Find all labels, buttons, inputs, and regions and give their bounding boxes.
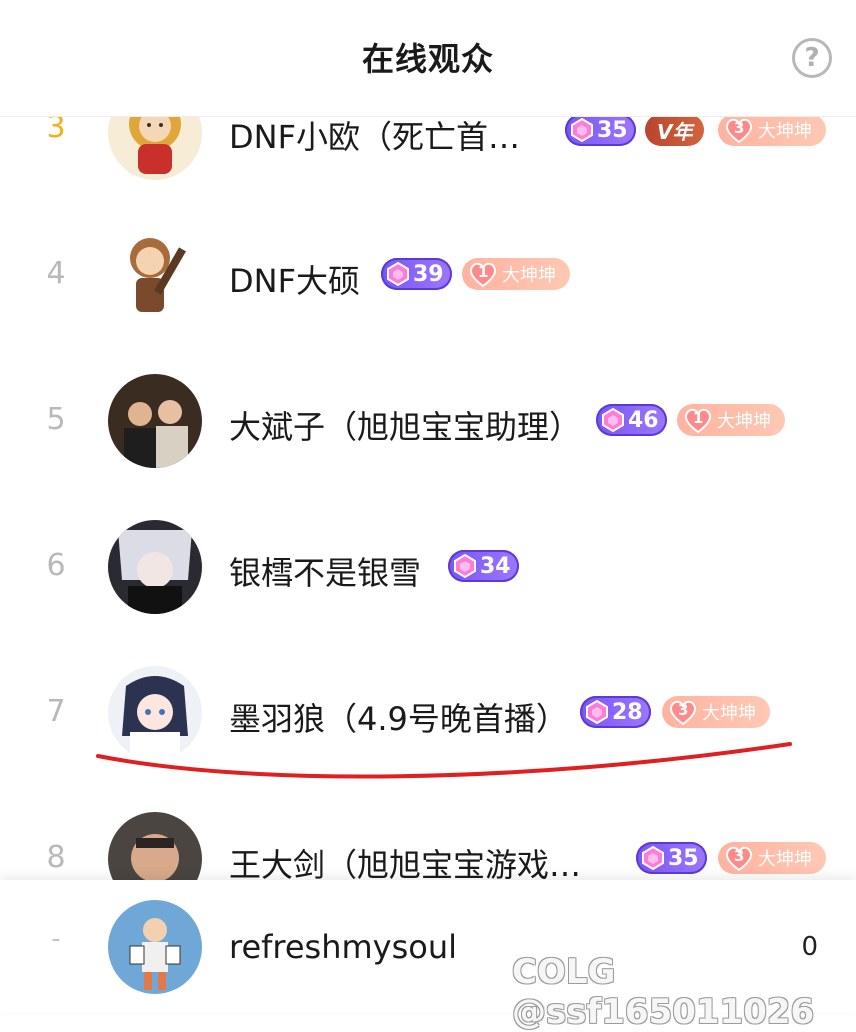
fan-level: 1 (478, 263, 489, 281)
gem-icon (640, 845, 666, 871)
anime-avatar-icon[interactable] (108, 520, 202, 614)
fan-level: 3 (734, 119, 745, 137)
level-badge: 46 (596, 404, 667, 436)
list-item[interactable]: 5 大斌子（旭旭宝宝助理） 46 1 大坤坤 (0, 354, 856, 500)
watermark: COLG @ssf165011026 (512, 952, 815, 1032)
anime-girl-avatar-icon[interactable] (108, 666, 202, 760)
fan-badge: 3 大坤坤 (718, 116, 826, 146)
fan-label: 大坤坤 (758, 849, 812, 870)
viewer-name: DNF小欧（死亡首… (229, 118, 520, 156)
rank-number: 3 (46, 116, 66, 145)
fan-badge: 3 大坤坤 (662, 696, 770, 728)
photo-avatar-icon[interactable] (108, 812, 202, 880)
viewer-name: 银樰不是银雪 (229, 554, 422, 592)
list-item[interactable]: 8 王大剑（旭旭宝宝游戏… 35 3 大坤坤 (0, 792, 856, 880)
fan-badge: 3 大坤坤 (718, 842, 826, 874)
rank-number: 6 (46, 548, 66, 583)
rank-number: 4 (46, 256, 66, 291)
level-badge: 34 (448, 550, 519, 582)
fan-label: 大坤坤 (758, 121, 812, 142)
gem-icon (385, 261, 411, 287)
header: 在线观众 ? (0, 0, 856, 117)
fan-label: 大坤坤 (502, 265, 556, 286)
page-title: 在线观众 (361, 40, 494, 78)
cartoon-avatar-icon[interactable] (108, 900, 202, 994)
help-icon[interactable]: ? (792, 38, 832, 78)
fan-label: 大坤坤 (702, 703, 756, 724)
level-badge: 35 (636, 842, 707, 874)
fan-level: 1 (693, 409, 704, 427)
list-item[interactable]: 7 墨羽狼（4.9号晚首播） 28 3 大坤坤 (0, 646, 856, 792)
rank-number: 8 (46, 840, 66, 875)
level-value: 39 (413, 261, 444, 287)
gem-icon (584, 699, 610, 725)
fan-badge: 1 大坤坤 (677, 404, 785, 436)
viewer-list[interactable]: 3 DNF小欧（死亡首… 35 V年 3 大坤坤 4 DNF大硕 39 1 大坤… (0, 116, 856, 880)
level-value: 28 (612, 699, 643, 725)
viewer-name: 墨羽狼（4.9号晚首播） (229, 700, 568, 738)
cartoon-avatar-icon[interactable] (108, 116, 202, 180)
year-vip-badge: V年 (645, 116, 705, 146)
level-value: 46 (628, 407, 659, 433)
gem-icon (452, 553, 478, 579)
fan-level: 3 (678, 701, 689, 719)
gem-icon (569, 117, 595, 143)
viewer-name: 大斌子（旭旭宝宝助理） (229, 408, 582, 446)
list-item[interactable]: 4 DNF大硕 39 1 大坤坤 (0, 208, 856, 354)
rank-number: - (51, 924, 61, 954)
viewer-name: 王大剑（旭旭宝宝游戏… (229, 846, 582, 880)
viewer-name: DNF大硕 (229, 262, 360, 300)
list-item[interactable]: 3 DNF小欧（死亡首… 35 V年 3 大坤坤 (0, 116, 856, 208)
rank-number: 7 (46, 694, 66, 729)
gem-icon (600, 407, 626, 433)
fan-badge: 1 大坤坤 (462, 258, 570, 290)
level-badge: 35 (565, 116, 636, 146)
fan-level: 3 (734, 847, 745, 865)
fan-label: 大坤坤 (717, 411, 771, 432)
rank-number: 5 (46, 402, 66, 437)
list-item[interactable]: 6 银樰不是银雪 34 (0, 500, 856, 646)
level-value: 35 (597, 117, 628, 143)
current-user-name: refreshmysoul (229, 928, 458, 966)
level-value: 34 (480, 553, 511, 579)
level-badge: 39 (381, 258, 452, 290)
photo-avatar-icon[interactable] (108, 374, 202, 468)
chibi-avatar-icon[interactable] (108, 226, 202, 320)
level-badge: 28 (580, 696, 651, 728)
level-value: 35 (668, 845, 699, 871)
